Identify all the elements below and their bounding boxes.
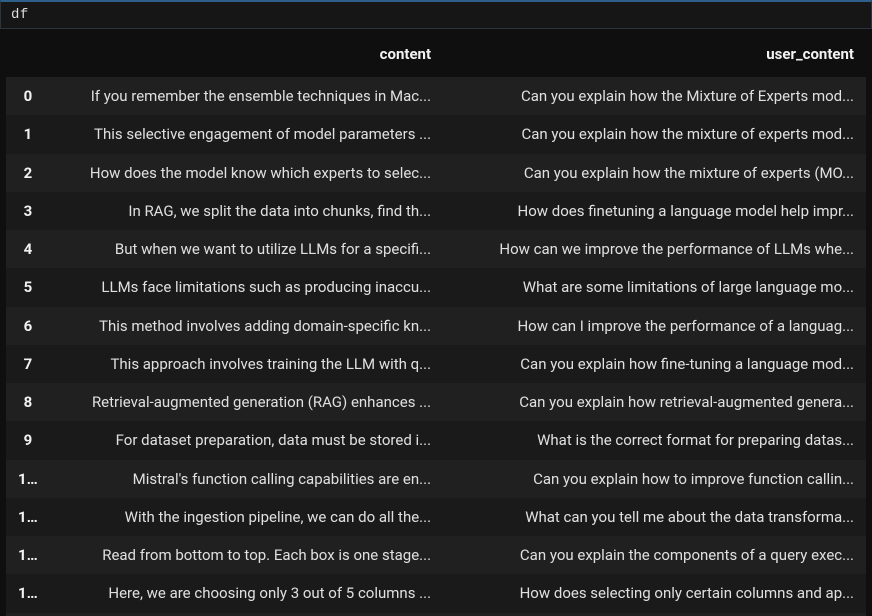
- dataframe-table: content user_content 0If you remember th…: [6, 35, 866, 616]
- cell-content: If you remember the ensemble techniques …: [40, 77, 443, 115]
- row-index: 12: [6, 536, 40, 574]
- cell-content: This method involves adding domain-speci…: [40, 307, 443, 345]
- table-row: 13Here, we are choosing only 3 out of 5 …: [6, 574, 866, 612]
- cell-user-content: What can you tell me about the data tran…: [443, 498, 866, 536]
- code-input-value: df: [11, 7, 29, 23]
- header-content: content: [40, 35, 443, 77]
- cell-user-content: Can you explain the components of a quer…: [443, 536, 866, 574]
- dataframe-output: content user_content 0If you remember th…: [0, 29, 872, 616]
- cell-user-content: Can you explain how fine-tuning a langua…: [443, 345, 866, 383]
- row-index: 11: [6, 498, 40, 536]
- row-index: 9: [6, 421, 40, 459]
- table-row: 9For dataset preparation, data must be s…: [6, 421, 866, 459]
- row-index: 1: [6, 115, 40, 153]
- row-index: 5: [6, 268, 40, 306]
- row-index: 0: [6, 77, 40, 115]
- cell-user-content: How does selecting only certain columns …: [443, 574, 866, 612]
- cell-content: For dataset preparation, data must be st…: [40, 421, 443, 459]
- cell-content: Here, we are choosing only 3 out of 5 co…: [40, 574, 443, 612]
- cell-user-content: What are some limitations of large langu…: [443, 268, 866, 306]
- row-index: 13: [6, 574, 40, 612]
- table-row: 5LLMs face limitations such as producing…: [6, 268, 866, 306]
- table-row: 11With the ingestion pipeline, we can do…: [6, 498, 866, 536]
- cell-user-content: How can I improve the performance of a l…: [443, 307, 866, 345]
- row-index: 3: [6, 192, 40, 230]
- cell-user-content: What is the correct format for preparing…: [443, 421, 866, 459]
- cell-content: Read from bottom to top. Each box is one…: [40, 536, 443, 574]
- cell-content: In RAG, we split the data into chunks, f…: [40, 192, 443, 230]
- cell-user-content: How can we improve the performance of LL…: [443, 230, 866, 268]
- code-input[interactable]: df: [0, 0, 872, 29]
- cell-content: For instance, consider a table with N au…: [40, 613, 443, 616]
- row-index: 4: [6, 230, 40, 268]
- table-row: 10Mistral's function calling capabilitie…: [6, 460, 866, 498]
- row-index: 2: [6, 154, 40, 192]
- header-index: [6, 35, 40, 77]
- header-row: content user_content: [6, 35, 866, 77]
- row-index: 10: [6, 460, 40, 498]
- cell-user-content: Can you explain how to improve function …: [443, 460, 866, 498]
- cell-content: How does the model know which experts to…: [40, 154, 443, 192]
- table-row: 6This method involves adding domain-spec…: [6, 307, 866, 345]
- table-row: 12Read from bottom to top. Each box is o…: [6, 536, 866, 574]
- cell-user-content: Can you explain how the mixture of exper…: [443, 115, 866, 153]
- table-row: 8Retrieval-augmented generation (RAG) en…: [6, 383, 866, 421]
- cell-content: But when we want to utilize LLMs for a s…: [40, 230, 443, 268]
- cell-user-content: Can you explain the difference between a…: [443, 613, 866, 616]
- cell-content: Mistral's function calling capabilities …: [40, 460, 443, 498]
- cell-user-content: Can you explain how retrieval-augmented …: [443, 383, 866, 421]
- cell-content: This selective engagement of model param…: [40, 115, 443, 153]
- header-user: user_content: [443, 35, 866, 77]
- table-row: 2How does the model know which experts t…: [6, 154, 866, 192]
- cell-content: With the ingestion pipeline, we can do a…: [40, 498, 443, 536]
- row-index: 7: [6, 345, 40, 383]
- cell-user-content: How does finetuning a language model hel…: [443, 192, 866, 230]
- table-row: 0If you remember the ensemble techniques…: [6, 77, 866, 115]
- table-row: 1This selective engagement of model para…: [6, 115, 866, 153]
- table-row: 3In RAG, we split the data into chunks, …: [6, 192, 866, 230]
- cell-content: LLMs face limitations such as producing …: [40, 268, 443, 306]
- cell-user-content: Can you explain how the Mixture of Exper…: [443, 77, 866, 115]
- row-index: 14: [6, 613, 40, 616]
- table-row: 14For instance, consider a table with N …: [6, 613, 866, 616]
- cell-user-content: Can you explain how the mixture of exper…: [443, 154, 866, 192]
- table-row: 4But when we want to utilize LLMs for a …: [6, 230, 866, 268]
- cell-content: Retrieval-augmented generation (RAG) enh…: [40, 383, 443, 421]
- row-index: 6: [6, 307, 40, 345]
- table-row: 7This approach involves training the LLM…: [6, 345, 866, 383]
- row-index: 8: [6, 383, 40, 421]
- cell-content: This approach involves training the LLM …: [40, 345, 443, 383]
